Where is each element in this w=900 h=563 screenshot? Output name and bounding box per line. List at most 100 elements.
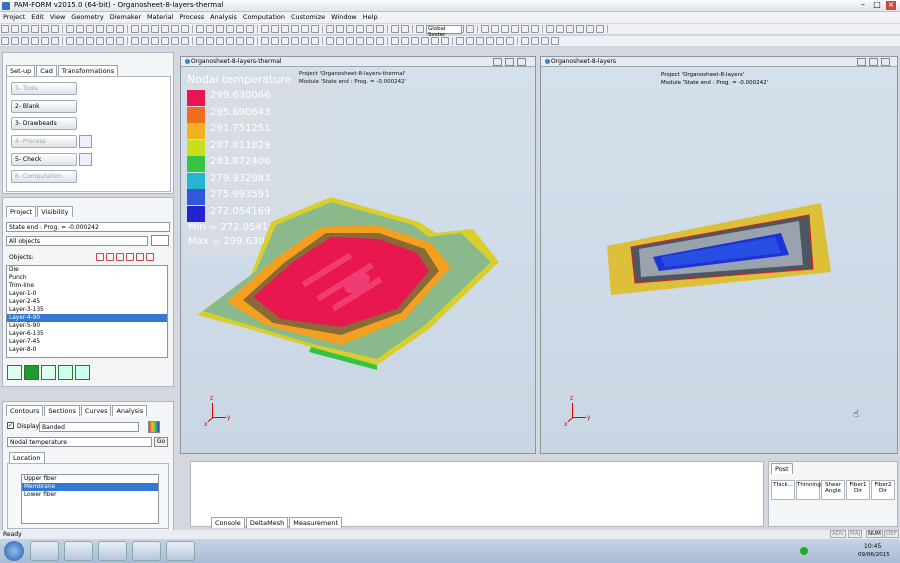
minimize-icon[interactable]: – [858,1,868,10]
toolbar-button[interactable] [206,25,214,33]
toolbar-button[interactable] [86,37,94,45]
toolbar-button[interactable] [281,37,289,45]
toolbar-button[interactable] [476,37,484,45]
wire-icon[interactable] [41,365,56,380]
toolbar-button[interactable] [226,37,234,45]
fiber1-dir-button[interactable]: Fiber1 Dir [846,480,870,500]
menu-material[interactable]: Material [144,12,176,22]
toolbar-button[interactable] [336,37,344,45]
toolbar-button[interactable] [551,37,559,45]
toolbar-button[interactable] [346,37,354,45]
toolbar-button[interactable] [456,37,464,45]
tab-measurement[interactable]: Measurement [289,517,342,528]
menu-computation[interactable]: Computation [240,12,288,22]
toolbar-button[interactable] [116,37,124,45]
toolbar-button[interactable] [141,37,149,45]
blank-icon[interactable] [75,365,90,380]
tab-post[interactable]: Post [771,463,793,474]
step-drawbeads[interactable]: 3- Drawbeads [11,117,77,130]
location-list[interactable]: Upper fiber Membrane Lower fiber [21,474,159,524]
taskbar-app-firefox[interactable] [132,541,161,561]
tab-location[interactable]: Location [9,452,45,463]
toolbar-button[interactable] [531,37,539,45]
tab-transformations[interactable]: Transformations [57,65,119,76]
close-icon[interactable]: × [886,1,896,10]
go-button[interactable]: Go [154,437,168,447]
toolbar-button[interactable] [376,25,384,33]
toolbar-button[interactable] [76,25,84,33]
toolbar-button[interactable] [576,25,584,33]
toolbar-button[interactable] [441,37,449,45]
menu-diemaker[interactable]: Diemaker [107,12,144,22]
location-list-item[interactable]: Upper fiber [22,475,158,483]
toolbar-button[interactable] [421,37,429,45]
toolbar-button[interactable] [271,25,279,33]
toolbar-button[interactable] [76,37,84,45]
toolbar-button[interactable] [366,25,374,33]
coord-system-select[interactable]: Global Syster [426,25,462,38]
toolbar-button[interactable] [281,25,289,33]
toolbar-button[interactable] [391,37,399,45]
toolbar-button[interactable] [171,37,179,45]
step-tools[interactable]: 1- Tools [11,82,77,95]
toolbar-button[interactable] [271,37,279,45]
toolbar-button[interactable] [171,25,179,33]
toolbar-button[interactable] [291,25,299,33]
toolbar-button[interactable] [346,25,354,33]
menu-project[interactable]: Project [0,12,28,22]
taskbar-app-settings[interactable] [166,541,195,561]
objects-filter-select[interactable]: All objects [6,236,148,246]
toolbar-button[interactable] [326,37,334,45]
toolbar-button[interactable] [41,37,49,45]
toolbar-button[interactable] [531,25,539,33]
toolbar-button[interactable] [311,37,319,45]
toolbar-button[interactable] [216,25,224,33]
tab-analysis[interactable]: Analysis [112,405,148,416]
toolbar-button[interactable] [546,25,554,33]
toolbar-button[interactable] [356,25,364,33]
toolbar-button[interactable] [41,25,49,33]
toolbar-button[interactable] [541,37,549,45]
object-list-item[interactable]: Trim-line [7,282,167,290]
toolbar-button[interactable] [181,25,189,33]
toolbar-button[interactable] [21,25,29,33]
toolbar-button[interactable] [336,25,344,33]
toolbar-button[interactable] [66,37,74,45]
toolbar-button[interactable] [416,25,424,33]
toolbar-button[interactable] [586,25,594,33]
state-select[interactable]: State end : Prog. = -0.000242 [6,222,170,232]
menu-analysis[interactable]: Analysis [207,12,240,22]
tab-sections[interactable]: Sections [44,405,80,416]
toolbar-button[interactable] [466,25,474,33]
toolbar-button[interactable] [326,25,334,33]
object-list-item[interactable]: Die [7,266,167,274]
maximize-icon[interactable]: □ [872,1,882,10]
toolbar-button[interactable] [226,25,234,33]
toolbar-button[interactable] [66,25,74,33]
tab-console[interactable]: Console [211,517,245,528]
toolbar-button[interactable] [566,25,574,33]
object-list-item[interactable]: Layer-5-90 [7,322,167,330]
toolbar-button[interactable] [301,37,309,45]
toolbar-button[interactable] [216,37,224,45]
toolbar-button[interactable] [1,25,9,33]
display-checkbox[interactable]: ✓ [7,422,14,429]
display-mode-select[interactable]: Banded [39,422,139,432]
toolbar-button[interactable] [261,37,269,45]
color-palette-icon[interactable] [148,421,160,433]
toolbar-button[interactable] [481,25,489,33]
toolbar-button[interactable] [246,25,254,33]
object-list-item[interactable]: Layer-7-45 [7,338,167,346]
toolbar-button[interactable] [11,37,19,45]
viewport-right[interactable]: Organosheet-8-layers Project 'Organoshee… [540,56,898,454]
toolbar-button[interactable] [96,37,104,45]
list-view-icon[interactable] [151,235,169,246]
toolbar-button[interactable] [106,25,114,33]
toolbar-button[interactable] [161,37,169,45]
step-blank[interactable]: 2- Blank [11,100,77,113]
taskbar-app-powerpoint[interactable] [98,541,127,561]
toolbar-button[interactable] [106,37,114,45]
shaded-icon[interactable] [24,365,39,380]
toolbar-button[interactable] [596,25,604,33]
toolbar-button[interactable] [141,25,149,33]
